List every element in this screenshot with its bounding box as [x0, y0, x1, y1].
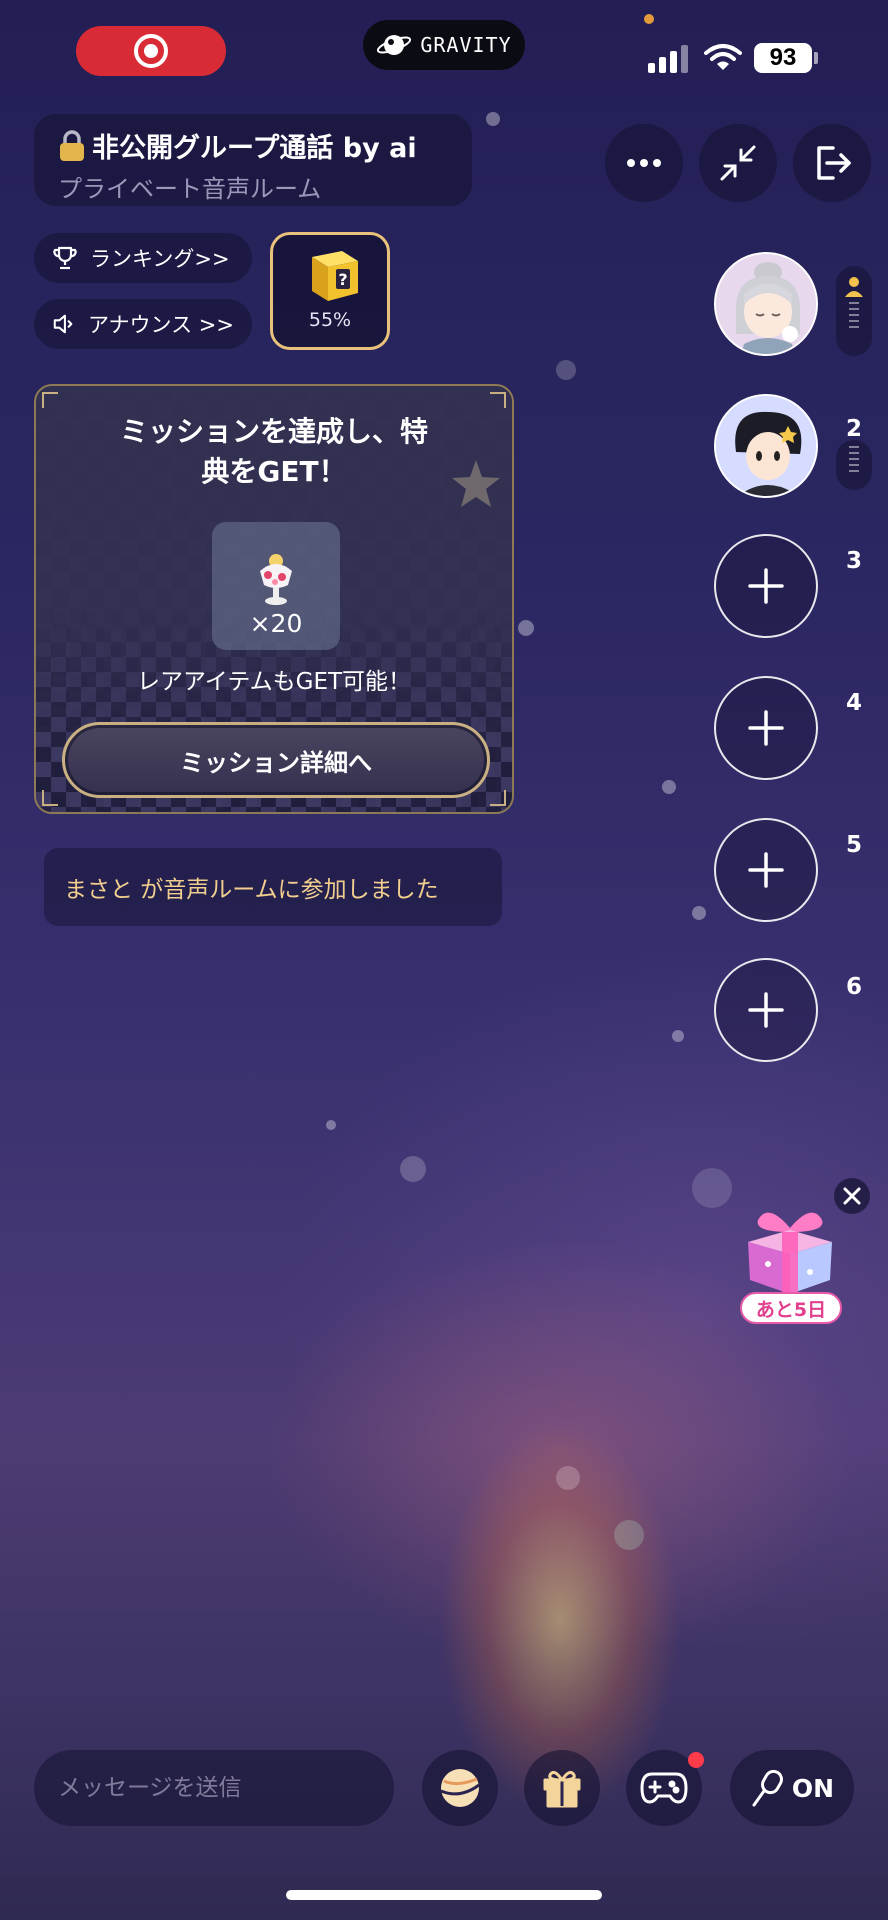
card-corner [490, 790, 506, 806]
exit-icon [817, 146, 851, 180]
sparkle [486, 112, 500, 126]
mystery-box-percent: 55% [308, 309, 352, 331]
ranking-chip[interactable]: ランキング>> [34, 233, 252, 283]
planet-orbit-icon [440, 1769, 480, 1807]
avatar-black-hair [716, 396, 816, 496]
sparkle [326, 1120, 336, 1130]
room-title-card[interactable]: 非公開グループ通話 by ai プライベート音声ルーム [34, 114, 472, 206]
plus-icon [748, 568, 784, 604]
planet-button[interactable] [422, 1750, 498, 1826]
games-notification-dot [688, 1752, 704, 1768]
trophy-icon [53, 246, 77, 270]
sparkle [692, 906, 706, 920]
sparkle [644, 14, 654, 24]
card-corner [42, 392, 58, 408]
wifi-icon [704, 44, 742, 70]
gift-box-icon[interactable] [738, 1202, 842, 1302]
message-input[interactable] [34, 1750, 394, 1826]
mission-details-button[interactable]: ミッション詳細へ [62, 722, 490, 798]
card-corner [490, 392, 506, 408]
speaker-icon [53, 314, 73, 334]
mission-title-line: ミッションを達成し、特 [119, 415, 428, 448]
avatar-silver-hair [716, 254, 816, 354]
seat-2-avatar[interactable] [714, 394, 818, 498]
seat-1-indicator [836, 266, 872, 356]
gift-countdown: あと5日 [740, 1292, 842, 1324]
seat-5-number: 5 [845, 832, 862, 858]
room-subtitle: プライベート音声ルーム [58, 175, 322, 203]
parfait-icon [260, 554, 292, 605]
mystery-box-icon: ? [312, 251, 358, 301]
sparkle [400, 1156, 426, 1182]
seat-6-empty[interactable] [714, 958, 818, 1062]
mic-toggle-button[interactable]: ON [730, 1750, 854, 1826]
more-options-button[interactable] [605, 124, 683, 202]
system-status: 93 [648, 40, 868, 76]
sparkle [556, 360, 576, 380]
screen-record-indicator[interactable] [76, 26, 226, 76]
card-corner [42, 790, 58, 806]
mission-title-line: 典をGET！ [201, 455, 347, 488]
mission-card: ミッションを達成し、特 典をGET！ ×20 レアアイテムもGET可能！ ミッシ… [34, 384, 514, 814]
record-icon [134, 34, 168, 68]
more-icon [627, 159, 661, 167]
sparkle [692, 1168, 732, 1208]
minimize-button[interactable] [699, 124, 777, 202]
lock-icon [60, 129, 84, 161]
svg-text:?: ? [338, 270, 347, 289]
cellular-signal-icon [648, 45, 688, 73]
seat-3-number: 3 [845, 548, 862, 574]
room-title: 非公開グループ通話 by ai [92, 133, 417, 164]
announce-label: アナウンス >> [87, 313, 234, 337]
app-badge: GRAVITY [363, 20, 525, 70]
exit-room-button[interactable] [793, 124, 871, 202]
seat-2-number: 2 [845, 416, 862, 442]
microphone-icon [752, 1769, 783, 1807]
mystery-box-progress[interactable]: ? 55% [270, 232, 390, 350]
battery-tip [814, 52, 818, 64]
minimize-arrows-icon [720, 145, 756, 181]
sparkle [662, 780, 676, 794]
sparkle [518, 620, 534, 636]
reward-item: ×20 [212, 522, 340, 650]
close-icon [843, 1187, 861, 1205]
sparkle [672, 1030, 684, 1042]
seat-3-empty[interactable] [714, 534, 818, 638]
join-notification: まさと が音声ルームに参加しました [44, 848, 502, 926]
seat-1-avatar[interactable] [714, 252, 818, 356]
seat-4-number: 4 [845, 690, 862, 716]
reward-quantity: ×20 [249, 609, 303, 638]
host-icon [845, 277, 863, 297]
plus-icon [748, 710, 784, 746]
plus-icon [748, 852, 784, 888]
seat-5-empty[interactable] [714, 818, 818, 922]
app-badge-label: GRAVITY [420, 33, 512, 57]
mic-state: ON [791, 1773, 835, 1803]
announce-chip[interactable]: アナウンス >> [34, 299, 252, 349]
gift-icon [543, 1770, 581, 1808]
rare-item-text: レアアイテムもGET可能！ [136, 669, 412, 695]
seat-4-empty[interactable] [714, 676, 818, 780]
seat-6-number: 6 [845, 974, 862, 1000]
plus-icon [748, 992, 784, 1028]
sparkle [556, 1466, 580, 1490]
ranking-label: ランキング>> [90, 247, 230, 271]
planet-icon [377, 35, 412, 55]
battery-indicator: 93 [754, 43, 812, 73]
mission-title: ミッションを達成し、特 典をGET！ [76, 412, 472, 492]
seat-2-indicator [836, 440, 872, 490]
home-indicator[interactable] [286, 1890, 602, 1900]
gift-button[interactable] [524, 1750, 600, 1826]
gamepad-icon [640, 1772, 688, 1804]
mission-details-label: ミッション詳細へ [180, 748, 372, 777]
sparkle [614, 1520, 644, 1550]
